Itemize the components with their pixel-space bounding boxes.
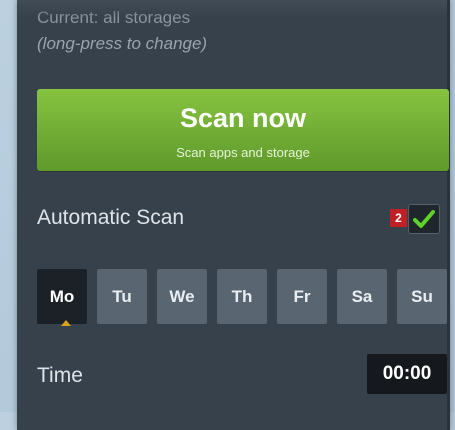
checkmark-icon: [413, 210, 435, 228]
time-picker[interactable]: 00:00: [367, 354, 447, 394]
step-badge: 2: [390, 209, 407, 227]
storage-current-text: Current: all storages: [37, 8, 191, 27]
scan-now-subtitle: Scan apps and storage: [176, 145, 310, 159]
day-we[interactable]: We: [157, 269, 207, 324]
scan-settings-panel: Current: all storages (long-press to cha…: [17, 0, 450, 430]
day-fr[interactable]: Fr: [277, 269, 327, 324]
automatic-scan-label: Automatic Scan: [37, 206, 185, 229]
selected-day-marker: [61, 320, 71, 326]
day-tu[interactable]: Tu: [97, 269, 147, 324]
automatic-scan-checkbox[interactable]: [408, 204, 440, 234]
day-sa[interactable]: Sa: [337, 269, 387, 324]
day-th[interactable]: Th: [217, 269, 267, 324]
scan-now-label: Scan now: [179, 103, 307, 133]
scan-now-button[interactable]: Scan now Scan apps and storage: [37, 89, 449, 171]
day-mo[interactable]: Mo: [37, 269, 87, 324]
storage-hint-text: (long-press to change): [37, 34, 208, 53]
day-su[interactable]: Su: [397, 269, 447, 324]
weekday-selector: Mo Tu We Th Fr Sa Su: [37, 269, 449, 324]
time-label: Time: [37, 364, 83, 387]
